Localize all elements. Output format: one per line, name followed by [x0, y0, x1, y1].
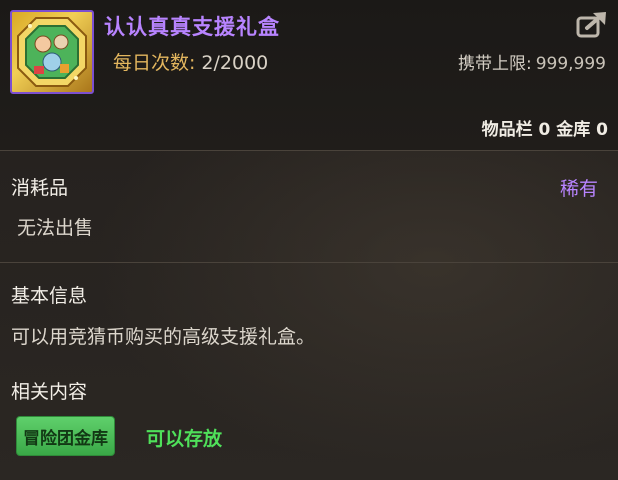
daily-uses-value: 2/2000 [201, 52, 269, 74]
rarity-label: 稀有 [559, 178, 598, 200]
gift-box-icon [17, 17, 87, 87]
carry-limit-label: 携带上限: [457, 54, 532, 74]
item-name: 认认真真支援礼盒 [104, 15, 280, 39]
item-type-title: 消耗品 [11, 177, 69, 199]
carry-limit-value: 999,999 [535, 54, 606, 74]
share-button[interactable] [575, 10, 609, 40]
carry-limit: 携带上限: 999,999 [458, 49, 606, 74]
item-icon [10, 10, 94, 94]
daily-uses: 每日次数: 2/2000 [113, 48, 268, 75]
account-vault-tag[interactable]: 冒险团金库 [16, 416, 115, 456]
related-content-title: 相关内容 [11, 381, 88, 403]
divider [0, 262, 618, 263]
item-tooltip-panel: 认认真真支援礼盒 每日次数: 2/2000 携带上限: 999,999 物品栏 0 … [0, 0, 618, 480]
daily-uses-label: 每日次数: [113, 52, 196, 74]
divider [0, 150, 618, 151]
basic-info-title: 基本信息 [11, 285, 88, 307]
share-icon [576, 12, 606, 38]
storage-count: 物品栏 0 金库 0 [481, 120, 608, 140]
sale-note: 无法出售 [17, 217, 94, 239]
basic-info-description: 可以用竞猜币购买的高级支援礼盒。 [11, 326, 316, 348]
storable-note: 可以存放 [146, 428, 223, 450]
